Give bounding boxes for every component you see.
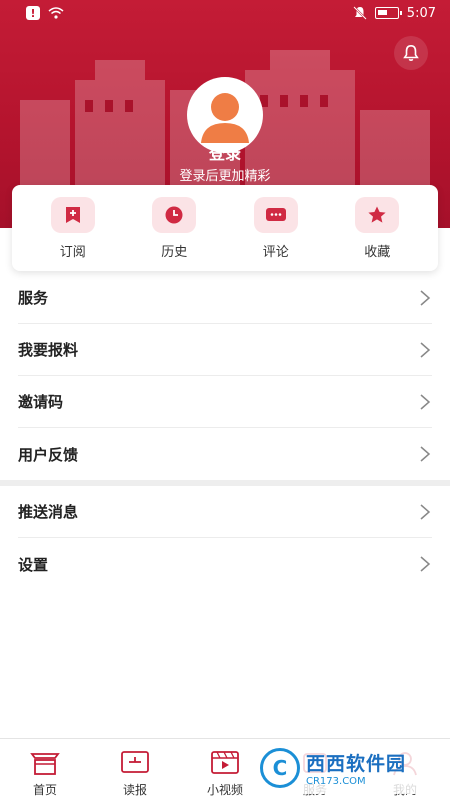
nav-newspaper[interactable]: 读报 xyxy=(95,749,175,798)
menu-item-label: 推送消息 xyxy=(18,503,79,521)
chevron-right-icon xyxy=(420,556,431,572)
wifi-icon xyxy=(48,7,64,19)
login-subtitle: 登录后更加精彩 xyxy=(179,169,271,184)
watermark-logo-icon: C xyxy=(260,748,300,788)
quick-action-icon-bg xyxy=(355,196,400,233)
menu-item-service[interactable]: 服务 xyxy=(18,272,432,324)
nav-label: 读报 xyxy=(122,783,147,797)
quick-action-label: 收藏 xyxy=(364,244,391,260)
battery-icon xyxy=(374,7,402,19)
quick-action-history[interactable]: 历史 xyxy=(134,196,214,260)
menu-item-invite-code[interactable]: 邀请码 xyxy=(18,376,432,428)
menu-group-settings: 推送消息 设置 xyxy=(0,486,450,590)
menu-item-report-tip[interactable]: 我要报料 xyxy=(18,324,432,376)
menu-item-push-messages[interactable]: 推送消息 xyxy=(18,486,432,538)
quick-action-label: 订阅 xyxy=(59,244,86,260)
quick-action-comments[interactable]: 评论 xyxy=(236,196,316,260)
quick-action-icon-bg xyxy=(253,196,298,233)
status-bar: ! 5:07 xyxy=(0,0,450,26)
star-icon xyxy=(368,206,386,223)
quick-actions-card: 订阅 历史 评论 收藏 xyxy=(12,185,438,271)
bell-icon xyxy=(403,44,419,62)
chevron-right-icon xyxy=(420,393,431,410)
menu-item-label: 用户反馈 xyxy=(18,445,79,464)
comment-icon xyxy=(265,207,286,221)
quick-action-favorites[interactable]: 收藏 xyxy=(337,196,417,260)
video-icon xyxy=(211,751,239,774)
alert-icon: ! xyxy=(26,6,40,20)
quick-action-subscribe[interactable]: 订阅 xyxy=(33,196,113,260)
nav-home[interactable]: 首页 xyxy=(5,749,85,798)
nav-label: 首页 xyxy=(32,783,57,797)
chevron-right-icon xyxy=(420,446,431,462)
watermark-sub-text: CR173.COM xyxy=(306,776,366,787)
status-time: 5:07 xyxy=(406,5,436,21)
watermark-main-text: 西西软件园 xyxy=(306,753,407,775)
bookmark-plus-icon xyxy=(65,206,80,223)
notification-bell-button[interactable] xyxy=(394,36,428,70)
menu-item-label: 设置 xyxy=(18,555,49,574)
quick-action-icon-bg xyxy=(152,196,197,233)
chevron-right-icon xyxy=(420,289,431,306)
menu-item-label: 服务 xyxy=(18,289,49,307)
chevron-right-icon xyxy=(420,341,431,358)
menu-item-label: 我要报料 xyxy=(18,341,79,359)
menu-item-label: 邀请码 xyxy=(18,393,64,411)
quick-action-icon-bg xyxy=(50,196,95,233)
clock-icon xyxy=(165,206,183,223)
login-link[interactable]: 登录 xyxy=(0,140,450,164)
quick-action-label: 评论 xyxy=(262,244,289,260)
battery-level xyxy=(377,10,387,15)
menu-group-main: 服务 我要报料 邀请码 用户反馈 xyxy=(0,272,450,480)
home-icon xyxy=(30,753,60,775)
newspaper-icon xyxy=(121,751,149,773)
chevron-right-icon xyxy=(420,503,431,520)
mute-bell-icon xyxy=(353,6,367,20)
menu-item-feedback[interactable]: 用户反馈 xyxy=(18,428,432,480)
watermark-overlay: C 西西软件园 CR173.COM xyxy=(252,742,430,794)
quick-action-label: 历史 xyxy=(161,244,188,260)
nav-label: 小视频 xyxy=(206,783,243,797)
menu-item-settings[interactable]: 设置 xyxy=(18,538,432,590)
